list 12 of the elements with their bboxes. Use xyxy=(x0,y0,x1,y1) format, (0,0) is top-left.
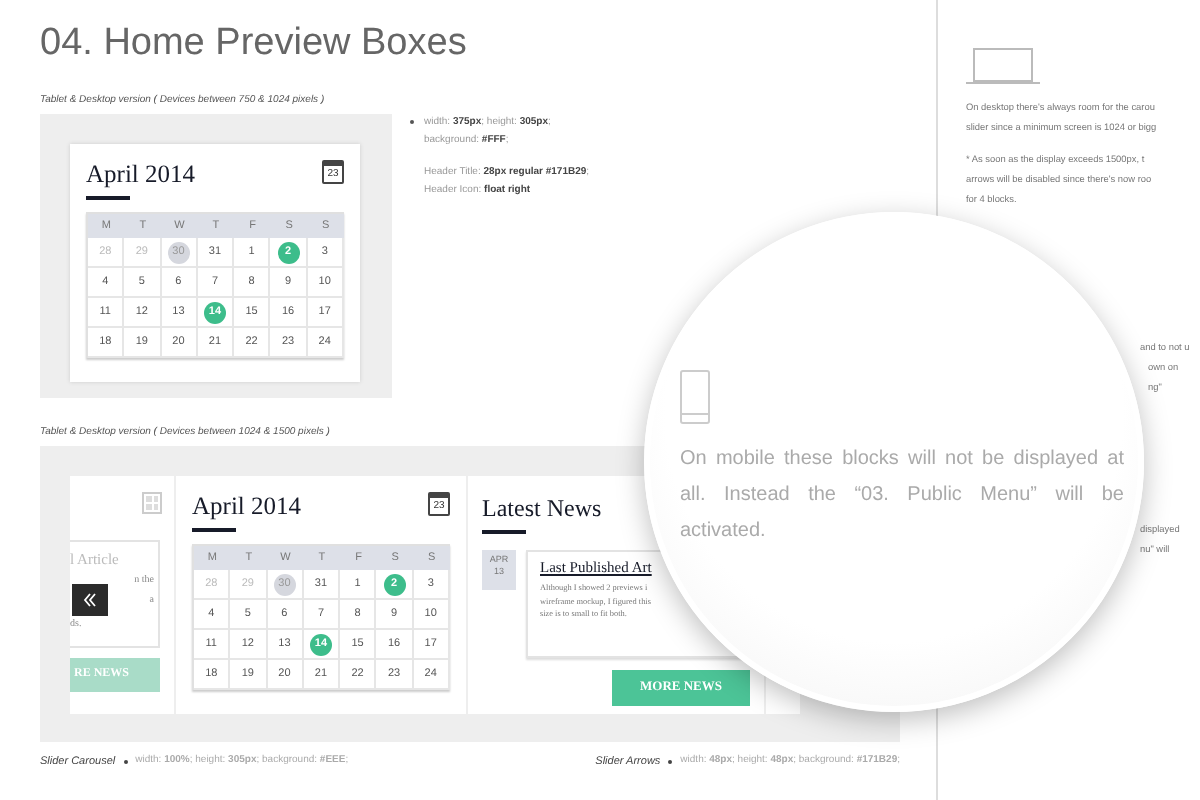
chevron-left-icon xyxy=(82,592,98,608)
calendar-title: April 2014 xyxy=(86,160,196,188)
mobile-note: On mobile these blocks will not be displayed at all. Instead the “03. Public Menu” will be activated. xyxy=(680,446,1124,546)
slider-arrow-button[interactable] xyxy=(72,584,108,616)
laptop-icon xyxy=(966,48,1040,86)
bullet xyxy=(668,760,673,765)
page-title: 04. Home Preview Boxes xyxy=(40,22,469,66)
grid-icon xyxy=(142,492,162,514)
bullet xyxy=(123,760,128,765)
calendar-title: April 2014 xyxy=(192,492,302,520)
news-title: Latest News xyxy=(482,494,604,522)
phone-icon xyxy=(680,370,710,424)
